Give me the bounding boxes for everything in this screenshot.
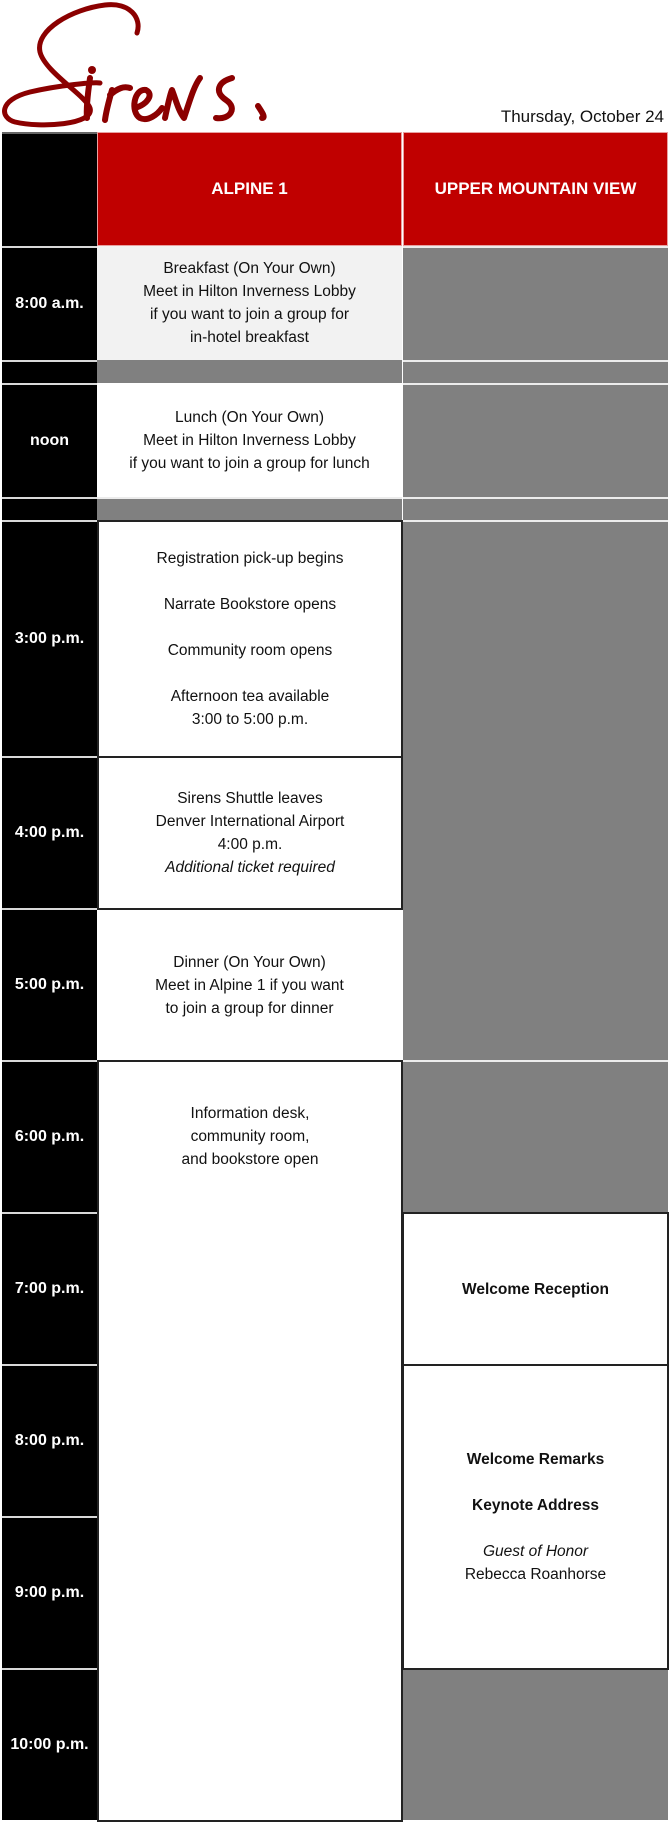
column-header-alpine-1: ALPINE 1	[97, 132, 402, 246]
event-line: and bookstore open	[181, 1151, 319, 1168]
unavailable-slot	[403, 360, 668, 383]
time-label-6pm: 6:00 p.m.	[2, 1060, 97, 1212]
event-line: 4:00 p.m.	[217, 836, 283, 853]
time-label-3pm: 3:00 p.m.	[2, 520, 97, 756]
event-line: Dinner (On Your Own)	[173, 953, 326, 971]
time-label-9pm: 9:00 p.m.	[2, 1516, 97, 1668]
event-line: Meet in Hilton Inverness Lobby	[143, 431, 356, 449]
unavailable-slot	[403, 246, 668, 360]
event-line: in-hotel breakfast	[190, 329, 309, 346]
sirens-logo	[2, 2, 267, 128]
event-line: Lunch (On Your Own)	[174, 408, 325, 426]
time-text: 6:00 p.m.	[14, 1128, 85, 1145]
event-title: Keynote Address	[472, 1497, 599, 1514]
event-date: Thursday, October 24	[500, 107, 664, 126]
logo-i	[83, 75, 93, 121]
time-label-8am: 8:00 a.m.	[2, 246, 97, 360]
time-text: 8:00 a.m.	[15, 295, 84, 312]
unavailable-slot	[97, 360, 402, 383]
column-header-label: UPPER MOUNTAIN VIEW	[434, 179, 637, 198]
time-text: 9:00 p.m.	[14, 1584, 85, 1601]
time-label-5pm: 5:00 p.m.	[2, 908, 97, 1060]
event-line: community room,	[190, 1128, 310, 1145]
column-header-label: ALPINE 1	[211, 179, 288, 198]
logo-s-stroke	[2, 2, 141, 128]
unavailable-slot	[403, 383, 668, 497]
logo-e	[131, 87, 165, 122]
time-label-noon: noon	[2, 383, 97, 497]
logo-r	[102, 84, 133, 123]
event-line: Community room opens	[167, 642, 333, 659]
logo-n	[162, 75, 203, 121]
event-afternoon-openings: Registration pick-up begins Narrate Book…	[97, 520, 403, 758]
time-gap	[2, 497, 97, 520]
time-text: 3:00 p.m.	[14, 630, 85, 647]
header-time-corner	[2, 132, 97, 246]
time-text: 5:00 p.m.	[14, 976, 85, 993]
time-text: noon	[29, 432, 70, 449]
logo-i-dot	[88, 66, 96, 74]
event-line: Afternoon tea available	[170, 688, 330, 705]
event-line: Meet in Hilton Inverness Lobby	[143, 283, 356, 300]
event-line: Registration pick-up begins	[156, 550, 344, 567]
event-line: Narrate Bookstore opens	[163, 596, 337, 613]
event-welcome-reception: Welcome Reception	[402, 1212, 669, 1366]
time-gap	[2, 360, 97, 383]
event-line: if you want to join a group for lunch	[129, 454, 370, 472]
event-line: Information desk,	[190, 1105, 310, 1122]
event-title: Welcome Reception	[461, 1280, 609, 1298]
event-lunch: Lunch (On Your Own) Meet in Hilton Inver…	[97, 383, 402, 497]
time-label-4pm: 4:00 p.m.	[2, 756, 97, 908]
event-dinner: Dinner (On Your Own) Meet in Alpine 1 if…	[97, 910, 402, 1060]
event-line: Meet in Alpine 1 if you want	[155, 976, 344, 994]
unavailable-slot	[97, 497, 402, 520]
event-shuttle: Sirens Shuttle leaves Denver Internation…	[97, 756, 403, 910]
event-line: Breakfast (On Your Own)	[163, 260, 336, 277]
event-breakfast: Breakfast (On Your Own) Meet in Hilton I…	[97, 246, 402, 360]
ticket-note: Additional ticket required	[165, 859, 335, 876]
time-text: 8:00 p.m.	[14, 1432, 85, 1449]
guest-name: Rebecca Roanhorse	[464, 1566, 607, 1583]
unavailable-slot	[403, 520, 668, 1060]
unavailable-slot	[403, 1670, 668, 1820]
unavailable-slot	[403, 497, 668, 520]
event-keynote: Welcome Remarks Keynote Address Guest of…	[402, 1364, 669, 1670]
time-label-7pm: 7:00 p.m.	[2, 1212, 97, 1364]
time-text: 4:00 p.m.	[14, 824, 85, 841]
logo-s-small	[213, 75, 267, 122]
event-info-desk: Information desk, community room, and bo…	[97, 1060, 403, 1822]
event-line: Denver International Airport	[155, 813, 345, 830]
time-label-10pm: 10:00 p.m.	[2, 1668, 97, 1820]
time-text: 10:00 p.m.	[10, 1736, 89, 1753]
time-text: 7:00 p.m.	[14, 1280, 85, 1297]
unavailable-slot	[403, 1060, 668, 1212]
column-header-upper-mountain-view: UPPER MOUNTAIN VIEW	[403, 132, 668, 246]
time-label-8pm: 8:00 p.m.	[2, 1364, 97, 1516]
guest-of-honor-label: Guest of Honor	[482, 1543, 589, 1560]
event-title: Welcome Remarks	[466, 1451, 605, 1468]
event-line: to join a group for dinner	[165, 999, 334, 1017]
event-line: 3:00 to 5:00 p.m.	[191, 711, 309, 728]
event-line: if you want to join a group for	[149, 306, 350, 323]
event-line: Sirens Shuttle leaves	[177, 790, 323, 807]
